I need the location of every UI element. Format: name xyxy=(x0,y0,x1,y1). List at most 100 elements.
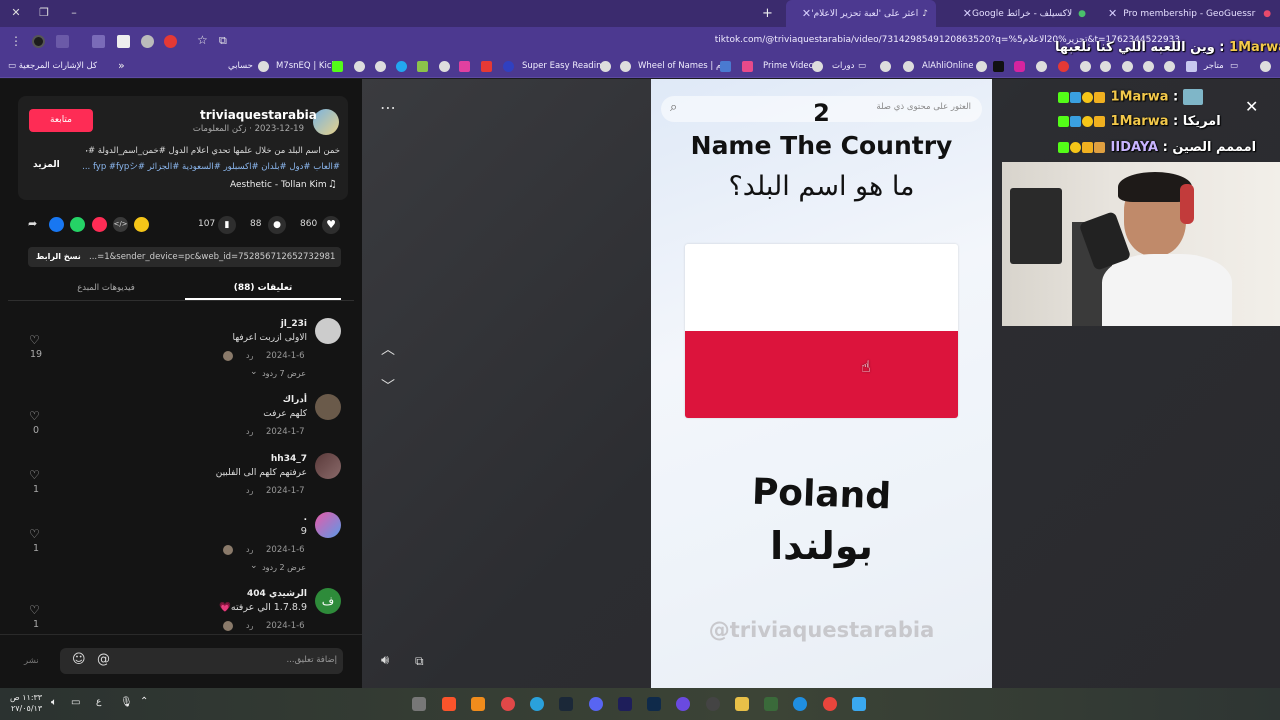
like-icon[interactable] xyxy=(29,603,41,617)
coin-share-icon[interactable] xyxy=(134,217,149,232)
comment-username[interactable]: أدراك xyxy=(200,395,307,405)
share-icon[interactable]: ⧉ xyxy=(219,34,227,48)
like-icon[interactable]: ♥ xyxy=(322,216,340,234)
reply-button[interactable]: رد xyxy=(246,486,253,495)
microphone-icon[interactable]: 🎙︎ xyxy=(120,697,133,708)
windows-start-icon[interactable] xyxy=(852,697,866,711)
discord-icon[interactable] xyxy=(589,697,603,711)
app-icon[interactable] xyxy=(501,697,515,711)
reply-button[interactable]: رد xyxy=(246,427,253,436)
volume-icon[interactable]: 🔈︎ xyxy=(51,697,57,708)
more-button[interactable]: المزيد xyxy=(33,160,60,170)
close-icon[interactable]: ✕ xyxy=(1245,97,1258,116)
comment-username[interactable]: jl_23i xyxy=(200,319,307,329)
comment-username[interactable]: hh34_7 xyxy=(200,454,307,464)
music-title[interactable]: Aesthetic - Tollan Kim xyxy=(230,180,327,190)
tab-flag-game[interactable]: ♪ اعثر على 'لعبة تحزير الاعلام' ✕ xyxy=(786,0,936,27)
bookmark-stores[interactable]: متاجر xyxy=(1204,61,1224,71)
app-icon[interactable] xyxy=(412,697,426,711)
comment-username[interactable]: 404 الرشيدي xyxy=(200,589,307,599)
reply-button[interactable]: رد xyxy=(246,621,253,630)
telegram-icon[interactable] xyxy=(530,697,544,711)
bookmark-courses[interactable]: دورات xyxy=(832,61,854,71)
avatar[interactable]: ف xyxy=(315,588,341,614)
bookmark-wheel-of-names[interactable]: Wheel of Names | م... xyxy=(638,61,729,71)
share-link-text[interactable]: ...=1&sender_device=pc&web_id=7528567126… xyxy=(89,252,335,262)
extension-icon[interactable] xyxy=(141,35,154,48)
bookmark-kick[interactable]: M7snEQ | Kick xyxy=(276,61,336,71)
avatar[interactable] xyxy=(315,318,341,344)
extension-icon[interactable] xyxy=(56,35,69,48)
chrome-icon[interactable] xyxy=(823,697,837,711)
comment-input[interactable]: إضافة تعليق... xyxy=(180,655,337,665)
extension-icon[interactable] xyxy=(117,35,130,48)
embed-icon[interactable]: </> xyxy=(113,217,128,232)
like-icon[interactable] xyxy=(29,333,41,347)
tab-creator-videos[interactable]: فيديوهات المبدع xyxy=(28,283,184,293)
menu-icon[interactable]: ⋮ xyxy=(10,34,22,48)
comment-username[interactable]: . xyxy=(200,513,307,523)
like-icon[interactable] xyxy=(29,468,41,482)
like-icon[interactable] xyxy=(29,527,41,541)
reply-button[interactable]: رد xyxy=(246,351,253,360)
close-icon[interactable]: ✕ xyxy=(963,7,972,20)
whatsapp-icon[interactable] xyxy=(70,217,85,232)
avatar[interactable] xyxy=(315,394,341,420)
facebook-icon[interactable] xyxy=(49,217,64,232)
app-icon[interactable] xyxy=(764,697,778,711)
bookmark-prime-video[interactable]: Prime Video xyxy=(763,61,814,71)
extension-icon[interactable] xyxy=(32,35,45,48)
bookmark-alahli[interactable]: AlAhliOnline xyxy=(922,61,974,71)
app-icon[interactable] xyxy=(471,697,485,711)
video-player[interactable]: ⌕ العثور على محتوى ذي صلة 2 Name The Cou… xyxy=(651,79,992,688)
tab-google-maps[interactable]: ● لاكسيلف - خرائط Google ✕ xyxy=(944,0,1094,27)
follow-button[interactable]: متابعة xyxy=(29,109,93,132)
bookmark-icon[interactable]: ▮ xyxy=(218,216,236,234)
post-description-line2[interactable]: #العاب #دول #بلدان #اكسبلور #السعودية #ا… xyxy=(60,160,340,172)
edge-icon[interactable] xyxy=(793,697,807,711)
new-tab-button[interactable]: + xyxy=(762,6,773,21)
close-icon[interactable]: ✕ xyxy=(802,7,811,20)
avatar[interactable] xyxy=(315,512,341,538)
extension-icon[interactable] xyxy=(92,35,105,48)
picture-in-picture-icon[interactable]: ⧉ xyxy=(415,654,424,669)
clock[interactable]: ١١:٣٣ ص ٢٧/٠٥/١٣ xyxy=(10,692,42,714)
previous-video-button[interactable]: ︿ xyxy=(381,339,395,359)
chevron-up-icon[interactable]: ⌃ xyxy=(140,696,148,707)
post-username[interactable]: triviaquestarabia xyxy=(200,108,317,122)
bookmark-super-easy-reading[interactable]: Super Easy Reading xyxy=(522,61,607,71)
steam-icon[interactable] xyxy=(559,697,573,711)
copy-link-button[interactable]: نسخ الرابط xyxy=(36,252,81,261)
emoji-icon[interactable]: ☺ xyxy=(72,652,86,667)
comment-icon[interactable]: ● xyxy=(268,216,286,234)
reply-button[interactable]: رد xyxy=(246,545,253,554)
chevron-icon[interactable]: » xyxy=(118,59,125,72)
next-video-button[interactable]: ﹀ xyxy=(381,376,395,396)
more-options-icon[interactable]: ⋯ xyxy=(380,98,396,117)
volume-icon[interactable]: 🔊︎ xyxy=(381,653,389,668)
photoshop-icon[interactable] xyxy=(647,697,661,711)
obs-icon[interactable] xyxy=(706,697,720,711)
post-comment-button[interactable]: نشر xyxy=(24,656,39,666)
bookmark-all[interactable]: كل الإشارات المرجعية ▭ xyxy=(8,61,97,71)
close-window-button[interactable]: ✕ xyxy=(6,4,26,22)
minimize-window-button[interactable]: – xyxy=(64,4,84,22)
avatar[interactable] xyxy=(315,453,341,479)
bookmark-star-icon[interactable]: ☆ xyxy=(197,33,208,47)
brave-icon[interactable] xyxy=(442,697,456,711)
file-explorer-icon[interactable] xyxy=(735,697,749,711)
close-icon[interactable]: ✕ xyxy=(1108,7,1117,20)
mention-icon[interactable]: @ xyxy=(97,652,110,667)
bookmark-account[interactable]: حسابي xyxy=(228,61,253,71)
network-icon[interactable]: ▭ xyxy=(71,697,80,708)
language-indicator[interactable]: ع xyxy=(96,697,101,707)
app-icon[interactable] xyxy=(676,697,690,711)
restore-window-button[interactable]: ❐ xyxy=(34,4,54,22)
like-icon[interactable] xyxy=(29,409,41,423)
tab-geoguessr[interactable]: ✕ Pro membership - GeoGuessr ● xyxy=(1100,0,1271,27)
tab-comments[interactable]: تعليقات (88) xyxy=(185,283,341,293)
send-icon[interactable] xyxy=(92,217,107,232)
premiere-icon[interactable] xyxy=(618,697,632,711)
share-icon[interactable]: ➦ xyxy=(28,217,37,230)
youtube-icon[interactable] xyxy=(164,35,177,48)
